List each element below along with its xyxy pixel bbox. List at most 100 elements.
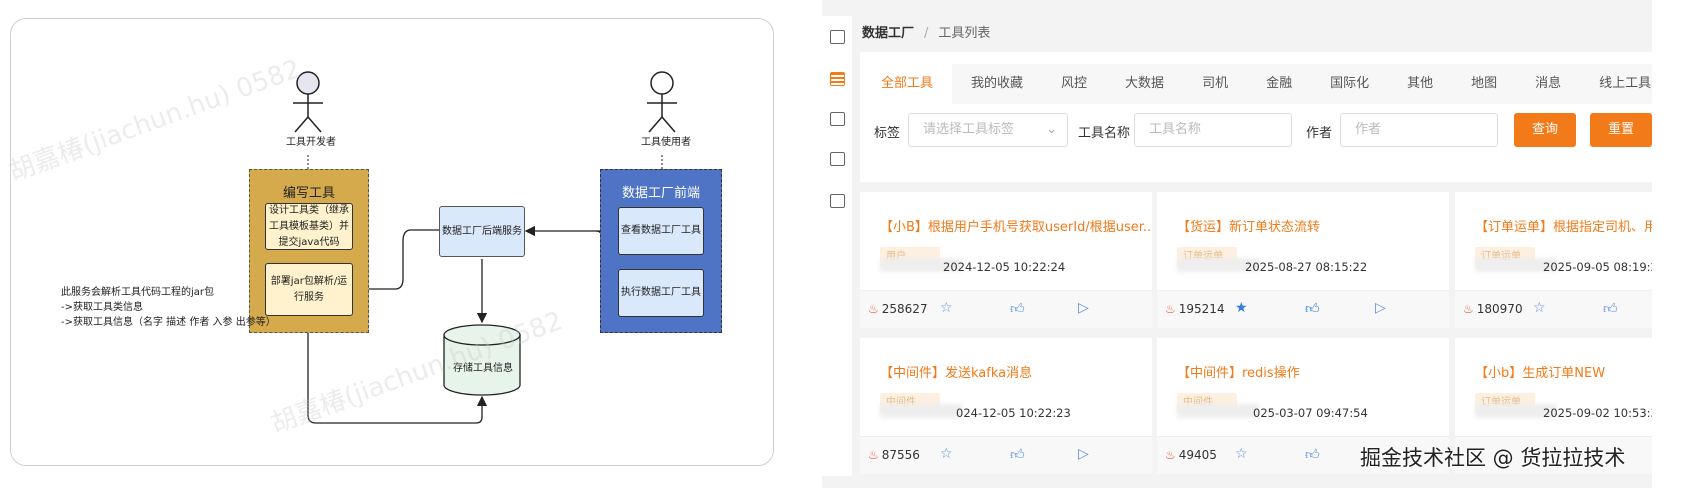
data-factory-app: 数据工厂 / 工具列表 全部工具 我的收藏 风控 大数据 司机 金融 国际化 其他 … [822, 0, 1652, 488]
fire-icon: ♨ [1165, 448, 1176, 462]
star-filled-icon[interactable]: ★ [1235, 300, 1248, 316]
card-footer: ♨ 195214 ★ 👍︎ ▷ [1157, 290, 1449, 328]
tab-risk[interactable]: 风控 [1042, 64, 1106, 104]
hot-count: ♨ 180970 [1463, 302, 1523, 316]
card-footer: ♨ 258627 ☆ 👍︎ ▷ [860, 290, 1152, 328]
tab-map[interactable]: 地图 [1452, 64, 1516, 104]
star-icon[interactable]: ☆ [1235, 446, 1248, 462]
card-time: 2025-09-05 08:19:28 [1543, 260, 1652, 274]
star-icon[interactable]: ☆ [1533, 300, 1546, 316]
run-icon[interactable]: ▷ [1078, 446, 1089, 462]
fire-icon: ♨ [868, 302, 879, 316]
thumbs-up-icon[interactable]: 👍︎ [1305, 446, 1320, 463]
user-actor-label: 工具使用者 [641, 137, 691, 148]
view-tools-box: 查看数据工厂工具 [618, 207, 704, 255]
thumbs-up-icon[interactable]: 👍︎ [1305, 300, 1320, 317]
tag-label: 标签 [874, 126, 901, 141]
run-icon[interactable]: ▷ [1375, 300, 1386, 316]
breadcrumb-root[interactable]: 数据工厂 [862, 26, 914, 41]
storage-label: 存储工具信息 [453, 363, 513, 374]
breadcrumb-separator: / [924, 26, 929, 41]
credit-watermark: 掘金技术社区 @ 货拉拉技术 [1360, 446, 1626, 470]
hot-count: ♨ 195214 [1165, 302, 1225, 316]
step-design-tool-class: 设计工具类（继承工具模板基类）并提交java代码 [265, 203, 353, 250]
hot-count: ♨ 49405 [1165, 448, 1217, 462]
tab-favorites[interactable]: 我的收藏 [952, 64, 1042, 104]
tool-card[interactable]: 【货运】新订单状态流转 订单运单 2025-08-27 08:15:22 ♨ 19… [1157, 192, 1449, 328]
hot-count: ♨ 87556 [868, 448, 920, 462]
architecture-diagram: 工具开发者 工具使用者 编写工具 设计工具类（继承工具模板基类）并提交java代… [10, 18, 774, 466]
hot-value: 258627 [881, 302, 928, 316]
card-title[interactable]: 【订单运单】根据指定司机、用 [1475, 216, 1652, 235]
tab-all-tools[interactable]: 全部工具 [862, 64, 953, 104]
card-time: 024-12-05 10:22:23 [956, 406, 1071, 420]
thumbs-up-icon[interactable]: 👍︎ [1010, 300, 1025, 317]
run-icon[interactable]: ▷ [1078, 300, 1089, 316]
filter-panel: 全部工具 我的收藏 风控 大数据 司机 金融 国际化 其他 地图 消息 线上工具… [860, 52, 1652, 182]
card-footer: ♨ 87556 ☆ 👍︎ ▷ [860, 436, 1152, 474]
author-label: 作者 [1306, 126, 1333, 141]
tab-international[interactable]: 国际化 [1311, 64, 1388, 104]
developer-actor-label: 工具开发者 [286, 137, 336, 148]
reset-button[interactable]: 重置 [1590, 113, 1652, 147]
list-icon[interactable] [830, 72, 845, 86]
developer-actor-icon [293, 71, 323, 133]
tab-finance[interactable]: 金融 [1247, 64, 1311, 104]
star-icon[interactable]: ☆ [940, 446, 953, 462]
fire-icon: ♨ [1463, 302, 1474, 316]
card-footer: ♨ 180970 ☆ 👍︎ [1455, 290, 1652, 328]
hot-value: 49405 [1178, 448, 1217, 462]
tab-message[interactable]: 消息 [1516, 64, 1580, 104]
card-time: 2025-08-27 08:15:22 [1245, 260, 1368, 274]
user-actor-icon [647, 71, 677, 133]
fire-icon: ♨ [1165, 302, 1176, 316]
card-time: 025-03-07 09:47:54 [1253, 406, 1368, 420]
tab-other[interactable]: 其他 [1388, 64, 1452, 104]
card-title[interactable]: 【中间件】redis操作 [1177, 362, 1300, 381]
layers-icon[interactable] [830, 152, 845, 166]
frontend-title: 数据工厂前端 [621, 186, 700, 201]
hot-value: 180970 [1476, 302, 1523, 316]
backend-service-box: 数据工厂后端服务 [439, 206, 525, 257]
step-deploy-jar-service: 部署jar包解析/运行服务 [265, 263, 353, 316]
note-line-1: 此服务会解析工具代码工程的jar包 [61, 287, 215, 298]
card-time: 2024-12-05 10:22:24 [943, 260, 1066, 274]
sidebar [822, 16, 852, 476]
breadcrumb-current: 工具列表 [938, 26, 991, 41]
tab-online-tools[interactable]: 线上工具 [1580, 64, 1652, 104]
tool-card[interactable]: 【小B】根据用户手机号获取userId/根据user... 用户 2024-12… [860, 192, 1152, 328]
thumbs-up-icon[interactable]: 👍︎ [1603, 300, 1618, 317]
tool-name-label: 工具名称 [1078, 126, 1131, 141]
query-button[interactable]: 查询 [1514, 113, 1576, 147]
calendar-chart-icon[interactable] [830, 30, 845, 44]
server-icon[interactable] [830, 112, 845, 126]
tag-select-placeholder: 请选择工具标签 [923, 122, 1015, 137]
card-time: 2025-09-02 10:53:31 [1543, 406, 1652, 420]
card-title[interactable]: 【小B】根据用户手机号获取userId/根据user... [880, 216, 1152, 235]
hot-count: ♨ 258627 [868, 302, 928, 316]
card-title[interactable]: 【中间件】发送kafka消息 [880, 362, 1032, 381]
author-input[interactable]: 作者 [1340, 113, 1498, 147]
exec-tools-box: 执行数据工厂工具 [618, 269, 704, 317]
document-icon[interactable] [830, 194, 845, 208]
hot-value: 195214 [1178, 302, 1225, 316]
tool-card[interactable]: 【订单运单】根据指定司机、用 订单运单 2025-09-05 08:19:28 … [1455, 192, 1652, 328]
tab-driver[interactable]: 司机 [1183, 64, 1247, 104]
tool-card[interactable]: 【中间件】发送kafka消息 中间件 024-12-05 10:22:23 ♨ 8… [860, 338, 1152, 474]
tab-bigdata[interactable]: 大数据 [1106, 64, 1183, 104]
blurred-author [880, 404, 962, 418]
fire-icon: ♨ [868, 448, 879, 462]
note-line-3: ->获取工具信息（名字 描述 作者 入参 出参等） [61, 317, 276, 328]
card-title[interactable]: 【货运】新订单状态流转 [1177, 216, 1320, 235]
hot-value: 87556 [881, 448, 920, 462]
breadcrumb: 数据工厂 / 工具列表 [862, 22, 990, 41]
write-tool-title: 编写工具 [282, 186, 335, 201]
thumbs-up-icon[interactable]: 👍︎ [1010, 446, 1025, 463]
card-title[interactable]: 【小b】生成订单NEW [1475, 362, 1605, 381]
note-line-2: ->获取工具类信息 [61, 302, 143, 313]
category-tabs: 全部工具 我的收藏 风控 大数据 司机 金融 国际化 其他 地图 消息 线上工具 [862, 64, 1652, 104]
tag-select[interactable]: 请选择工具标签 ⌄ [908, 113, 1068, 147]
tool-name-input[interactable]: 工具名称 [1134, 113, 1292, 147]
blurred-author [1177, 404, 1259, 418]
star-icon[interactable]: ☆ [940, 300, 953, 316]
